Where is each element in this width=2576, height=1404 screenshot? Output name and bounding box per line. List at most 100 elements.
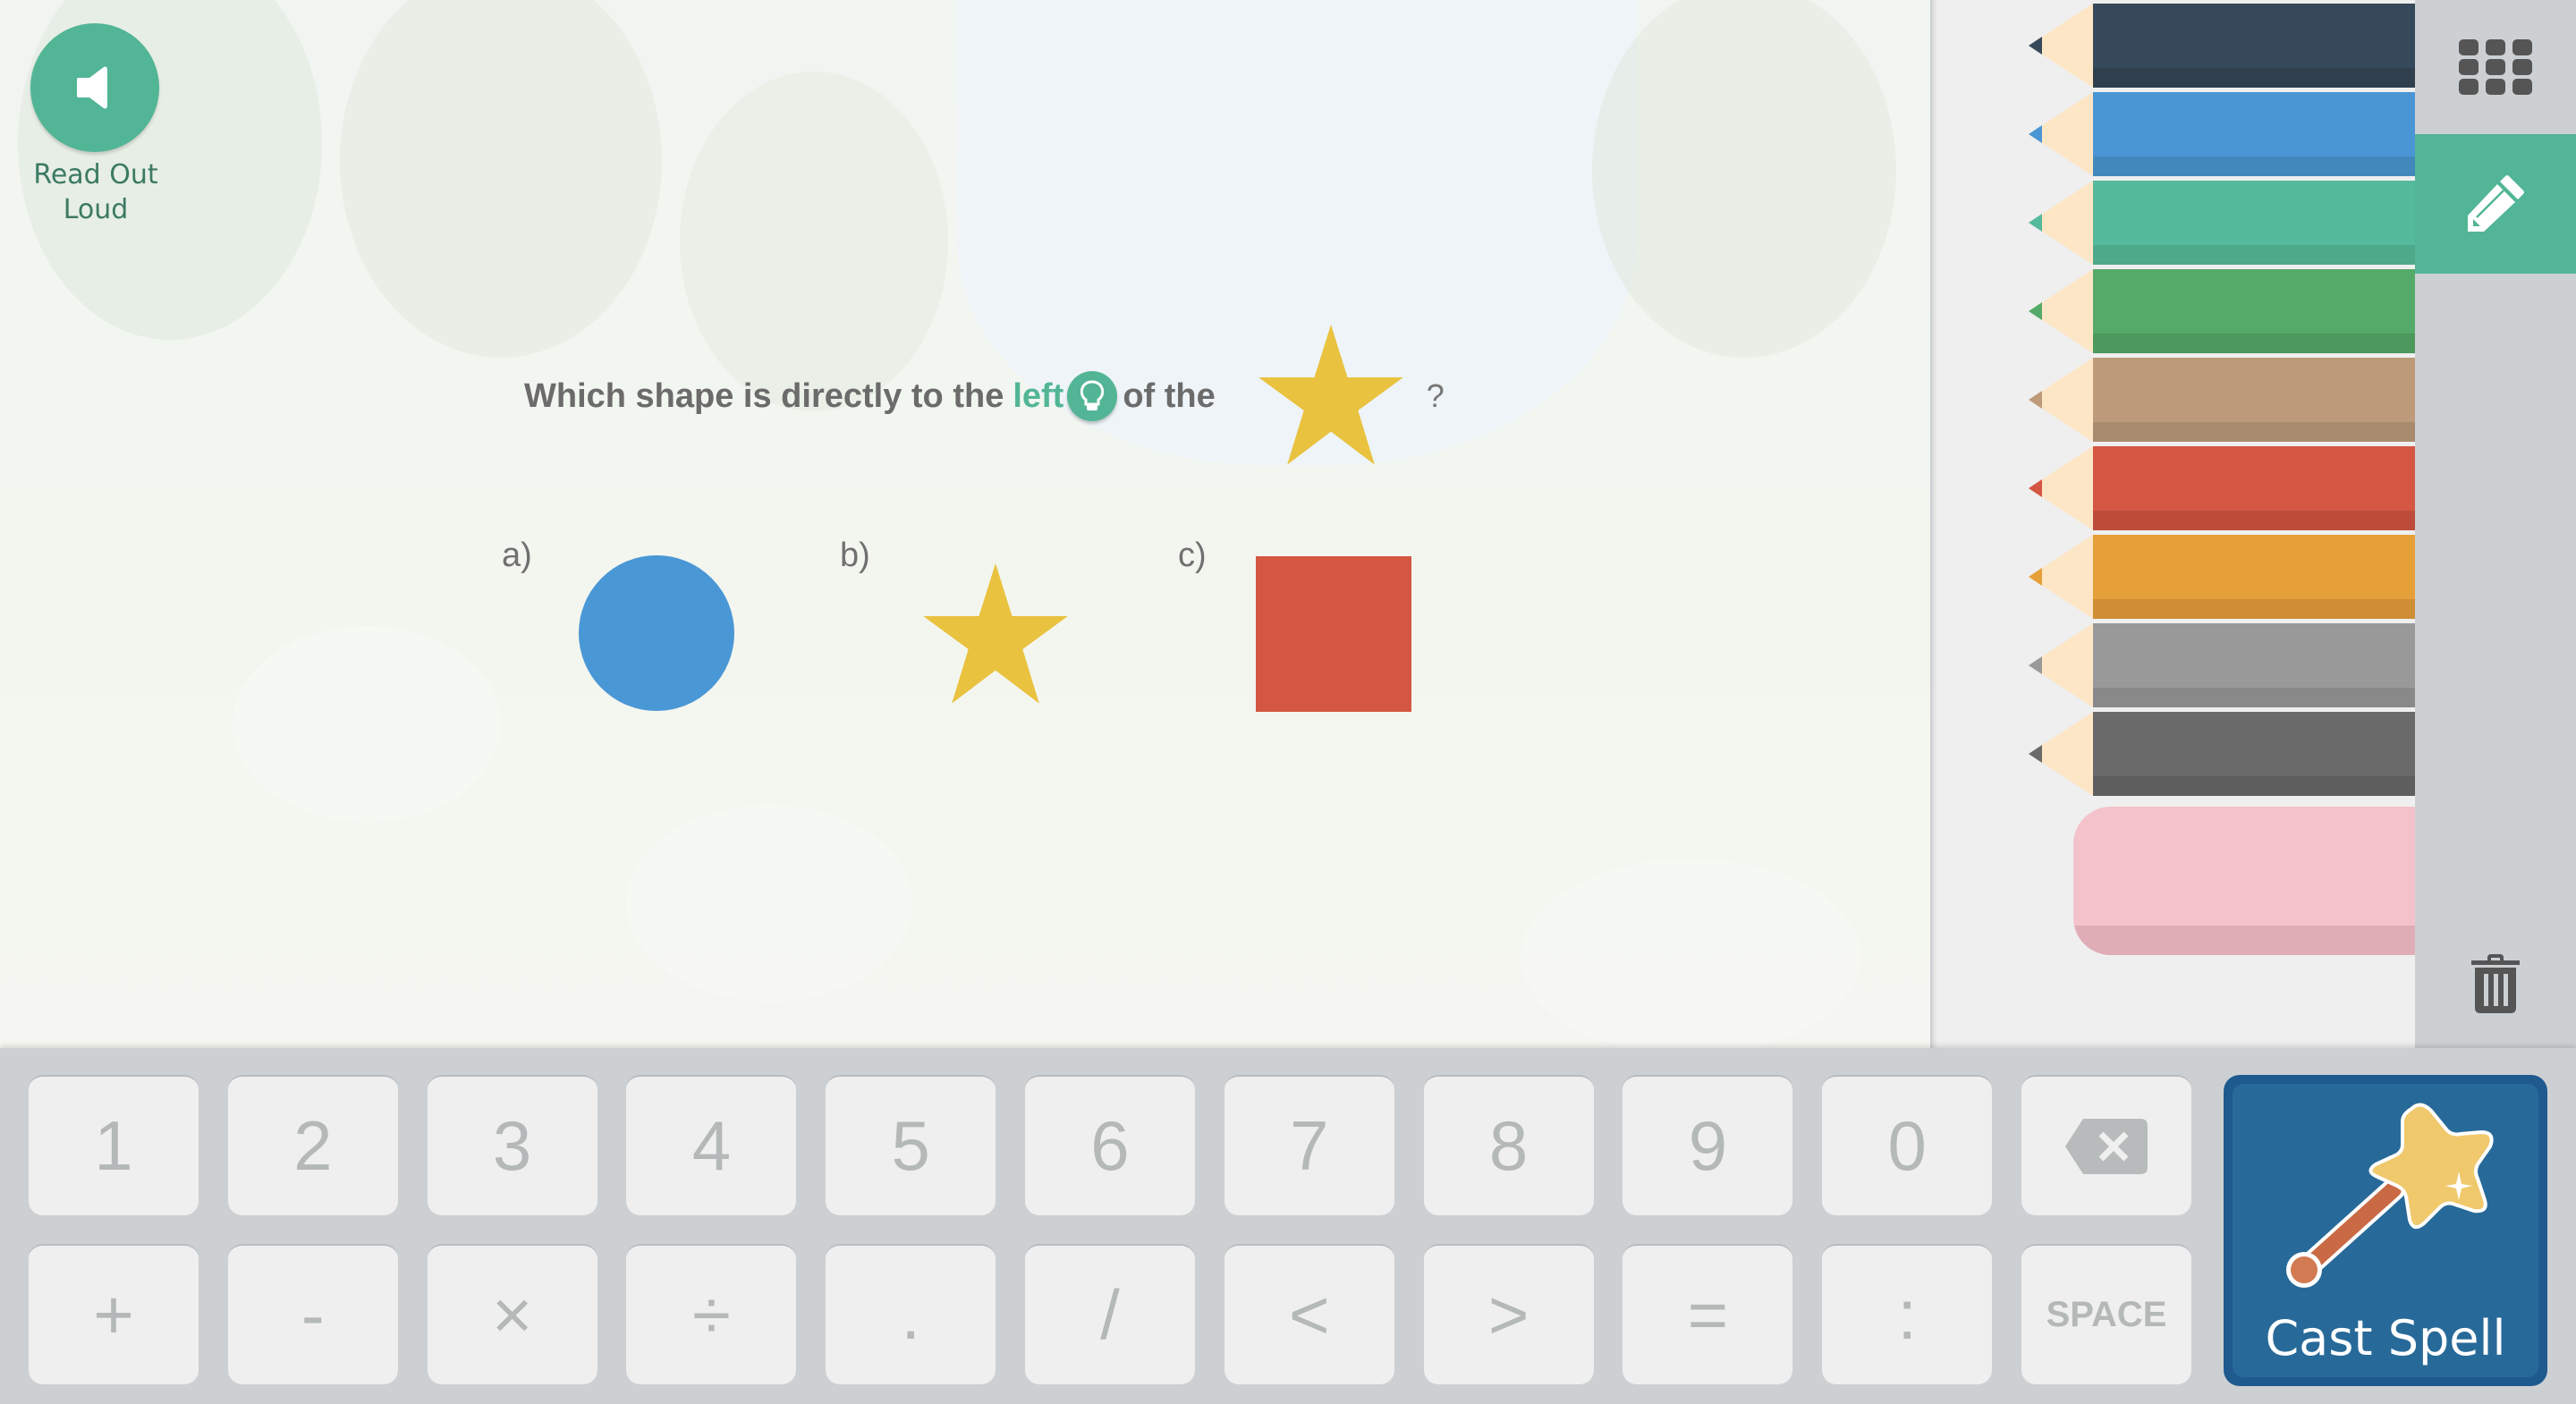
pencil-tip <box>2029 535 2093 619</box>
pencil-shade <box>2093 688 2415 707</box>
cast-spell-label: Cast Spell <box>2265 1310 2506 1366</box>
key[interactable]: 8 <box>1423 1075 1594 1215</box>
option-b-label: b) <box>840 537 870 574</box>
hint-button[interactable] <box>1067 371 1118 421</box>
pencil-gray[interactable] <box>2021 623 2415 707</box>
pencil-tan[interactable] <box>2021 358 2415 442</box>
key-label: < <box>1289 1275 1330 1354</box>
pencil-teal[interactable] <box>2021 181 2415 265</box>
key[interactable]: 1 <box>29 1075 199 1215</box>
key-backspace[interactable] <box>2021 1075 2191 1215</box>
background-cloud <box>1521 858 1860 1048</box>
key-label: 7 <box>1290 1106 1329 1185</box>
key[interactable]: + <box>29 1244 199 1384</box>
trash-icon <box>2471 954 2520 1013</box>
pencil-red[interactable] <box>2021 446 2415 530</box>
key-space[interactable]: SPACE <box>2021 1244 2191 1384</box>
read-out-loud-button[interactable] <box>30 23 159 152</box>
key[interactable]: 4 <box>626 1075 797 1215</box>
background-tree <box>1592 0 1896 358</box>
pencil-green[interactable] <box>2021 269 2415 353</box>
pencil-tip <box>2029 358 2093 442</box>
key-label: = <box>1687 1275 1729 1354</box>
key[interactable]: : <box>1822 1244 1993 1384</box>
clear-drawing-button[interactable] <box>2415 939 2576 1028</box>
drawing-panel <box>1932 0 2415 1048</box>
background-cloud <box>233 626 501 823</box>
keypad-grid-icon <box>2459 39 2532 95</box>
question-keyword: left <box>1013 376 1064 415</box>
pencil-tool-button[interactable] <box>2415 134 2576 274</box>
cast-spell-button[interactable]: Cast Spell <box>2224 1075 2547 1386</box>
key-label: 1 <box>94 1106 133 1185</box>
pencil-tip <box>2029 623 2093 707</box>
eraser[interactable] <box>2073 807 2415 955</box>
key[interactable]: > <box>1423 1244 1594 1384</box>
pencil-shade <box>2093 599 2415 619</box>
pencil-tip <box>2029 446 2093 530</box>
option-c-label: c) <box>1178 537 1207 574</box>
key-label: 3 <box>492 1106 532 1185</box>
key[interactable]: 7 <box>1224 1075 1394 1215</box>
pencil-dark-gray[interactable] <box>2021 712 2415 796</box>
answer-keypad: 1 2 3 4 5 6 7 8 9 0 + - × ÷. / < > =: SPACE Cast Spell <box>0 1048 2576 1404</box>
key-label: 4 <box>691 1106 732 1185</box>
pencil-shade <box>2093 334 2415 353</box>
question-prefix: Which shape is directly to the <box>524 376 1004 415</box>
option-b-star[interactable] <box>919 563 1072 706</box>
lightbulb-icon <box>1080 380 1105 410</box>
speaker-icon <box>77 66 107 109</box>
key-label: - <box>301 1275 325 1354</box>
pencil-shade <box>2093 68 2415 88</box>
key-label: / <box>1100 1275 1120 1354</box>
pencil-shade <box>2093 156 2415 176</box>
pencil-shade <box>2093 422 2415 442</box>
key-label: . <box>901 1275 921 1354</box>
read-out-loud-label: Read Out Loud <box>33 159 158 225</box>
pencil-tip <box>2029 4 2093 88</box>
key[interactable]: = <box>1623 1244 1793 1384</box>
keypad-toggle-button[interactable] <box>2415 0 2576 134</box>
key[interactable]: < <box>1224 1244 1394 1384</box>
pencil-icon <box>2468 175 2524 232</box>
key[interactable]: 0 <box>1822 1075 1993 1215</box>
key[interactable]: 9 <box>1623 1075 1793 1215</box>
key[interactable]: 5 <box>826 1075 996 1215</box>
tools-column <box>2415 0 2576 1048</box>
question-mark: ? <box>1426 377 1445 414</box>
key[interactable]: × <box>427 1244 597 1384</box>
reference-star-shape <box>1258 325 1403 465</box>
option-a-circle[interactable] <box>578 554 735 712</box>
pencil-blue[interactable] <box>2021 92 2415 176</box>
pencil-tip <box>2029 181 2093 265</box>
question-text: Which shape is directly to the left of t… <box>524 325 1445 465</box>
key[interactable]: - <box>227 1244 398 1384</box>
pencil-tip <box>2029 712 2093 796</box>
pencil-shade <box>2093 245 2415 265</box>
key-label: 2 <box>293 1106 333 1185</box>
key-label: : <box>1897 1275 1918 1354</box>
eraser-shade <box>2073 926 2415 955</box>
key-label: 5 <box>891 1106 930 1185</box>
key[interactable]: . <box>826 1244 996 1384</box>
option-c-square[interactable] <box>1256 556 1411 712</box>
background-cloud <box>626 805 912 1002</box>
key[interactable]: 3 <box>427 1075 597 1215</box>
key-label: SPACE <box>2046 1295 2167 1334</box>
pencil-orange[interactable] <box>2021 535 2415 619</box>
key[interactable]: / <box>1025 1244 1195 1384</box>
key-label: × <box>491 1275 533 1354</box>
key[interactable]: 6 <box>1025 1075 1195 1215</box>
key-label: ÷ <box>691 1275 731 1354</box>
game-area: Read Out Loud Which shape is directly to… <box>0 0 1930 1048</box>
key[interactable]: ÷ <box>626 1244 797 1384</box>
key[interactable]: 2 <box>227 1075 398 1215</box>
pencil-navy[interactable] <box>2021 4 2415 88</box>
pencil-shade <box>2093 776 2415 796</box>
pencil-shade <box>2093 511 2415 530</box>
key-label: + <box>93 1275 134 1354</box>
pencil-tip <box>2029 92 2093 176</box>
key-label: 6 <box>1090 1106 1130 1185</box>
magic-wand-icon <box>2286 1103 2494 1288</box>
question-suffix: of the <box>1123 376 1216 415</box>
